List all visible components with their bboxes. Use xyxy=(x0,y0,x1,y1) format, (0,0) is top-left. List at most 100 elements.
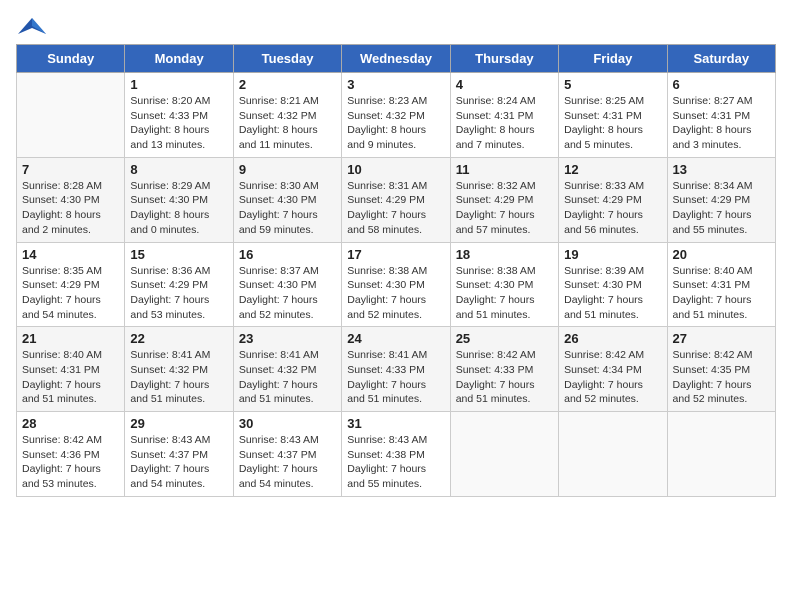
day-info: Sunrise: 8:25 AMSunset: 4:31 PMDaylight:… xyxy=(564,94,661,153)
day-cell: 28 Sunrise: 8:42 AMSunset: 4:36 PMDayligh… xyxy=(17,412,125,497)
day-number: 19 xyxy=(564,247,661,262)
day-number: 5 xyxy=(564,77,661,92)
day-info: Sunrise: 8:38 AMSunset: 4:30 PMDaylight:… xyxy=(456,264,553,323)
day-cell: 4 Sunrise: 8:24 AMSunset: 4:31 PMDaylight… xyxy=(450,73,558,158)
day-number: 14 xyxy=(22,247,119,262)
day-cell: 1 Sunrise: 8:20 AMSunset: 4:33 PMDaylight… xyxy=(125,73,233,158)
week-row-3: 14 Sunrise: 8:35 AMSunset: 4:29 PMDayligh… xyxy=(17,242,776,327)
day-cell: 27 Sunrise: 8:42 AMSunset: 4:35 PMDayligh… xyxy=(667,327,775,412)
day-info: Sunrise: 8:39 AMSunset: 4:30 PMDaylight:… xyxy=(564,264,661,323)
day-cell: 13Sunrise: 8:34 AMSunset: 4:29 PMDayligh… xyxy=(667,157,775,242)
day-info: Sunrise: 8:38 AMSunset: 4:30 PMDaylight:… xyxy=(347,264,444,323)
day-number: 31 xyxy=(347,416,444,431)
day-number: 15 xyxy=(130,247,227,262)
week-row-4: 21 Sunrise: 8:40 AMSunset: 4:31 PMDayligh… xyxy=(17,327,776,412)
day-number: 17 xyxy=(347,247,444,262)
day-cell: 22 Sunrise: 8:41 AMSunset: 4:32 PMDayligh… xyxy=(125,327,233,412)
day-cell: 3 Sunrise: 8:23 AMSunset: 4:32 PMDaylight… xyxy=(342,73,450,158)
day-info: Sunrise: 8:24 AMSunset: 4:31 PMDaylight:… xyxy=(456,94,553,153)
day-number: 30 xyxy=(239,416,336,431)
day-info: Sunrise: 8:43 AMSunset: 4:37 PMDaylight:… xyxy=(130,433,227,492)
day-cell: 31 Sunrise: 8:43 AMSunset: 4:38 PMDayligh… xyxy=(342,412,450,497)
day-info: Sunrise: 8:36 AMSunset: 4:29 PMDaylight:… xyxy=(130,264,227,323)
day-cell xyxy=(450,412,558,497)
logo xyxy=(16,16,46,34)
day-cell: 17 Sunrise: 8:38 AMSunset: 4:30 PMDayligh… xyxy=(342,242,450,327)
day-number: 11 xyxy=(456,162,553,177)
day-info: Sunrise: 8:41 AMSunset: 4:33 PMDaylight:… xyxy=(347,348,444,407)
day-number: 9 xyxy=(239,162,336,177)
day-info: Sunrise: 8:23 AMSunset: 4:32 PMDaylight:… xyxy=(347,94,444,153)
day-info: Sunrise: 8:20 AMSunset: 4:33 PMDaylight:… xyxy=(130,94,227,153)
col-header-saturday: Saturday xyxy=(667,45,775,73)
day-cell: 18 Sunrise: 8:38 AMSunset: 4:30 PMDayligh… xyxy=(450,242,558,327)
day-cell: 8Sunrise: 8:29 AMSunset: 4:30 PMDaylight… xyxy=(125,157,233,242)
day-info: Sunrise: 8:21 AMSunset: 4:32 PMDaylight:… xyxy=(239,94,336,153)
day-number: 25 xyxy=(456,331,553,346)
day-info: Sunrise: 8:40 AMSunset: 4:31 PMDaylight:… xyxy=(673,264,770,323)
col-header-thursday: Thursday xyxy=(450,45,558,73)
day-cell: 30 Sunrise: 8:43 AMSunset: 4:37 PMDayligh… xyxy=(233,412,341,497)
day-info: Sunrise: 8:42 AMSunset: 4:36 PMDaylight:… xyxy=(22,433,119,492)
day-info: Sunrise: 8:27 AMSunset: 4:31 PMDaylight:… xyxy=(673,94,770,153)
day-number: 3 xyxy=(347,77,444,92)
day-cell: 14 Sunrise: 8:35 AMSunset: 4:29 PMDayligh… xyxy=(17,242,125,327)
logo-bird-icon xyxy=(18,16,46,38)
day-number: 1 xyxy=(130,77,227,92)
day-cell: 23Sunrise: 8:41 AMSunset: 4:32 PMDayligh… xyxy=(233,327,341,412)
col-header-wednesday: Wednesday xyxy=(342,45,450,73)
day-info: Sunrise: 8:32 AMSunset: 4:29 PMDaylight:… xyxy=(456,179,553,238)
day-number: 12 xyxy=(564,162,661,177)
day-number: 20 xyxy=(673,247,770,262)
day-cell: 12Sunrise: 8:33 AMSunset: 4:29 PMDayligh… xyxy=(559,157,667,242)
week-row-1: 1 Sunrise: 8:20 AMSunset: 4:33 PMDaylight… xyxy=(17,73,776,158)
day-info: Sunrise: 8:35 AMSunset: 4:29 PMDaylight:… xyxy=(22,264,119,323)
day-number: 4 xyxy=(456,77,553,92)
day-info: Sunrise: 8:31 AMSunset: 4:29 PMDaylight:… xyxy=(347,179,444,238)
day-number: 18 xyxy=(456,247,553,262)
calendar-header-row: SundayMondayTuesdayWednesdayThursdayFrid… xyxy=(17,45,776,73)
day-info: Sunrise: 8:43 AMSunset: 4:37 PMDaylight:… xyxy=(239,433,336,492)
calendar-table: SundayMondayTuesdayWednesdayThursdayFrid… xyxy=(16,44,776,497)
day-number: 8 xyxy=(130,162,227,177)
col-header-monday: Monday xyxy=(125,45,233,73)
week-row-5: 28 Sunrise: 8:42 AMSunset: 4:36 PMDayligh… xyxy=(17,412,776,497)
day-number: 27 xyxy=(673,331,770,346)
day-number: 28 xyxy=(22,416,119,431)
day-cell: 10 Sunrise: 8:31 AMSunset: 4:29 PMDayligh… xyxy=(342,157,450,242)
day-cell: 26Sunrise: 8:42 AMSunset: 4:34 PMDayligh… xyxy=(559,327,667,412)
day-cell: 9 Sunrise: 8:30 AMSunset: 4:30 PMDaylight… xyxy=(233,157,341,242)
day-cell: 20 Sunrise: 8:40 AMSunset: 4:31 PMDayligh… xyxy=(667,242,775,327)
day-cell xyxy=(17,73,125,158)
day-cell: 7 Sunrise: 8:28 AMSunset: 4:30 PMDaylight… xyxy=(17,157,125,242)
day-number: 22 xyxy=(130,331,227,346)
day-number: 23 xyxy=(239,331,336,346)
day-number: 6 xyxy=(673,77,770,92)
day-info: Sunrise: 8:41 AMSunset: 4:32 PMDaylight:… xyxy=(130,348,227,407)
day-info: Sunrise: 8:42 AMSunset: 4:34 PMDaylight:… xyxy=(564,348,661,407)
day-cell xyxy=(667,412,775,497)
day-info: Sunrise: 8:40 AMSunset: 4:31 PMDaylight:… xyxy=(22,348,119,407)
day-cell: 21 Sunrise: 8:40 AMSunset: 4:31 PMDayligh… xyxy=(17,327,125,412)
day-cell: 29 Sunrise: 8:43 AMSunset: 4:37 PMDayligh… xyxy=(125,412,233,497)
day-cell: 16Sunrise: 8:37 AMSunset: 4:30 PMDayligh… xyxy=(233,242,341,327)
day-cell: 5 Sunrise: 8:25 AMSunset: 4:31 PMDaylight… xyxy=(559,73,667,158)
day-info: Sunrise: 8:34 AMSunset: 4:29 PMDaylight:… xyxy=(673,179,770,238)
day-number: 21 xyxy=(22,331,119,346)
day-number: 2 xyxy=(239,77,336,92)
day-number: 10 xyxy=(347,162,444,177)
col-header-friday: Friday xyxy=(559,45,667,73)
day-cell: 25 Sunrise: 8:42 AMSunset: 4:33 PMDayligh… xyxy=(450,327,558,412)
day-cell: 19 Sunrise: 8:39 AMSunset: 4:30 PMDayligh… xyxy=(559,242,667,327)
day-cell: 15 Sunrise: 8:36 AMSunset: 4:29 PMDayligh… xyxy=(125,242,233,327)
day-info: Sunrise: 8:28 AMSunset: 4:30 PMDaylight:… xyxy=(22,179,119,238)
day-info: Sunrise: 8:43 AMSunset: 4:38 PMDaylight:… xyxy=(347,433,444,492)
day-cell: 2 Sunrise: 8:21 AMSunset: 4:32 PMDaylight… xyxy=(233,73,341,158)
day-info: Sunrise: 8:42 AMSunset: 4:35 PMDaylight:… xyxy=(673,348,770,407)
day-info: Sunrise: 8:30 AMSunset: 4:30 PMDaylight:… xyxy=(239,179,336,238)
day-cell: 24Sunrise: 8:41 AMSunset: 4:33 PMDayligh… xyxy=(342,327,450,412)
day-info: Sunrise: 8:37 AMSunset: 4:30 PMDaylight:… xyxy=(239,264,336,323)
day-info: Sunrise: 8:42 AMSunset: 4:33 PMDaylight:… xyxy=(456,348,553,407)
day-number: 29 xyxy=(130,416,227,431)
day-number: 7 xyxy=(22,162,119,177)
